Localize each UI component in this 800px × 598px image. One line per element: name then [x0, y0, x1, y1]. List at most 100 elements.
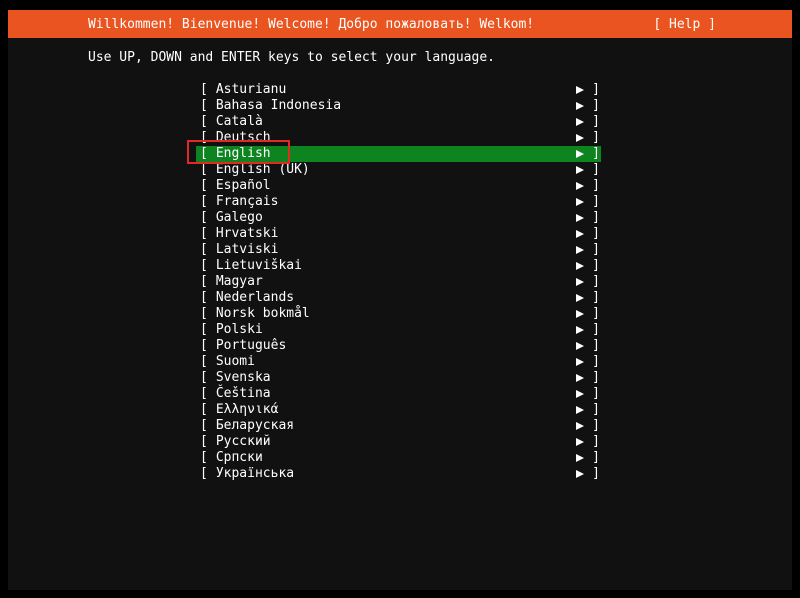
language-label: Українська — [215, 466, 295, 481]
open-bracket: [ — [200, 226, 208, 241]
close-bracket: ] — [592, 82, 600, 97]
open-bracket: [ — [200, 322, 208, 337]
language-row-right: ] — [576, 162, 600, 178]
close-bracket: ] — [592, 114, 600, 129]
language-row-right: ] — [576, 450, 600, 466]
right-pointer-icon — [576, 134, 585, 142]
language-row[interactable]: [English ] — [196, 146, 601, 162]
right-pointer-icon — [576, 262, 585, 270]
language-row-left: [Español — [200, 178, 271, 194]
language-row-left: [ Hrvatski — [200, 226, 278, 242]
language-label: Српски — [215, 450, 263, 465]
close-bracket: ] — [592, 434, 600, 449]
open-bracket: [ — [200, 370, 208, 385]
right-pointer-icon — [576, 150, 585, 158]
language-row[interactable]: [ Français ] — [196, 194, 601, 210]
language-row[interactable]: [Nederlands ] — [196, 290, 601, 306]
open-bracket: [ — [200, 194, 208, 209]
language-row-right: ] — [576, 370, 600, 386]
close-bracket: ] — [592, 162, 600, 177]
language-row[interactable]: [Galego ] — [196, 210, 601, 226]
language-row-left: [Nederlands — [200, 290, 294, 306]
close-bracket: ] — [592, 290, 600, 305]
language-row[interactable]: [Magyar ] — [196, 274, 601, 290]
language-row[interactable]: [ English (UK) ] — [196, 162, 601, 178]
language-row-left: [ Svenska — [200, 370, 271, 386]
open-bracket: [ — [200, 418, 208, 433]
language-row[interactable]: [Polski ] — [196, 322, 601, 338]
close-bracket: ] — [592, 194, 600, 209]
language-row-left: [Čeština — [200, 386, 271, 402]
close-bracket: ] — [592, 450, 600, 465]
open-bracket: [ — [200, 210, 208, 225]
language-row-right: ] — [576, 354, 600, 370]
language-label: Svenska — [215, 370, 271, 385]
close-bracket: ] — [592, 274, 600, 289]
close-bracket: ] — [592, 98, 600, 113]
help-button[interactable]: [ Help ] — [653, 17, 716, 32]
language-row-right: ] — [576, 226, 600, 242]
close-bracket: ] — [592, 178, 600, 193]
language-row-right: ] — [576, 146, 600, 162]
language-label: Español — [215, 178, 271, 193]
language-row-left: [Norsk bokmål — [200, 306, 310, 322]
language-label: English (UK) — [215, 162, 310, 177]
language-row[interactable]: [Bahasa Indonesia ] — [196, 98, 601, 114]
language-label: Čeština — [215, 386, 271, 401]
language-row-right: ] — [576, 114, 600, 130]
welcome-title: Willkommen! Bienvenue! Welcome! Добро по… — [88, 16, 535, 32]
language-row[interactable]: [Deutsch ] — [196, 130, 601, 146]
close-bracket: ] — [592, 322, 600, 337]
language-row-right: ] — [576, 466, 600, 482]
language-row-left: [Latviski — [200, 242, 278, 258]
close-bracket: ] — [592, 210, 600, 225]
language-row-right: ] — [576, 386, 600, 402]
language-row-left: [Lietuviškai — [200, 258, 302, 274]
language-row[interactable]: [Lietuviškai ] — [196, 258, 601, 274]
open-bracket: [ — [200, 434, 208, 449]
right-pointer-icon — [576, 102, 585, 110]
right-pointer-icon — [576, 470, 585, 478]
language-list: [Asturianu ] [Bahasa Indonesia ] [Català… — [196, 82, 601, 482]
language-row[interactable]: [Português ] — [196, 338, 601, 354]
right-pointer-icon — [576, 358, 585, 366]
language-label: Français — [215, 194, 279, 209]
language-row[interactable]: [Ελληνικά ] — [196, 402, 601, 418]
open-bracket: [ — [200, 354, 208, 369]
language-row-right: ] — [576, 306, 600, 322]
language-row[interactable]: [ Hrvatski ] — [196, 226, 601, 242]
language-label: Hrvatski — [215, 226, 279, 241]
language-row[interactable]: [Беларуская ] — [196, 418, 601, 434]
language-row-right: ] — [576, 178, 600, 194]
language-label: Suomi — [215, 354, 255, 369]
language-row[interactable]: [Latviski ] — [196, 242, 601, 258]
language-row[interactable]: [Asturianu ] — [196, 82, 601, 98]
language-row[interactable]: [Català ] — [196, 114, 601, 130]
right-pointer-icon — [576, 118, 585, 126]
language-row[interactable]: [ Svenska ] — [196, 370, 601, 386]
language-row[interactable]: [ Suomi ] — [196, 354, 601, 370]
right-pointer-icon — [576, 198, 585, 206]
language-row[interactable]: [Українська ] — [196, 466, 601, 482]
language-label: Deutsch — [215, 130, 271, 145]
language-row[interactable]: [Norsk bokmål ] — [196, 306, 601, 322]
language-row-left: [Bahasa Indonesia — [200, 98, 341, 114]
open-bracket: [ — [200, 290, 208, 305]
language-row[interactable]: [Русский ] — [196, 434, 601, 450]
language-row-left: [Deutsch — [200, 130, 271, 146]
open-bracket: [ — [200, 242, 208, 257]
close-bracket: ] — [592, 386, 600, 401]
language-row-left: [Русский — [200, 434, 271, 450]
language-label: Ελληνικά — [215, 402, 279, 417]
language-row[interactable]: [Čeština ] — [196, 386, 601, 402]
open-bracket: [ — [200, 338, 208, 353]
open-bracket: [ — [200, 98, 208, 113]
language-row-left: [Ελληνικά — [200, 402, 278, 418]
open-bracket: [ — [200, 162, 208, 177]
language-row[interactable]: [Español ] — [196, 178, 601, 194]
close-bracket: ] — [592, 354, 600, 369]
header-bar: Willkommen! Bienvenue! Welcome! Добро по… — [8, 10, 792, 38]
language-row-left: [Magyar — [200, 274, 263, 290]
language-row[interactable]: [Српски ] — [196, 450, 601, 466]
right-pointer-icon — [576, 166, 585, 174]
